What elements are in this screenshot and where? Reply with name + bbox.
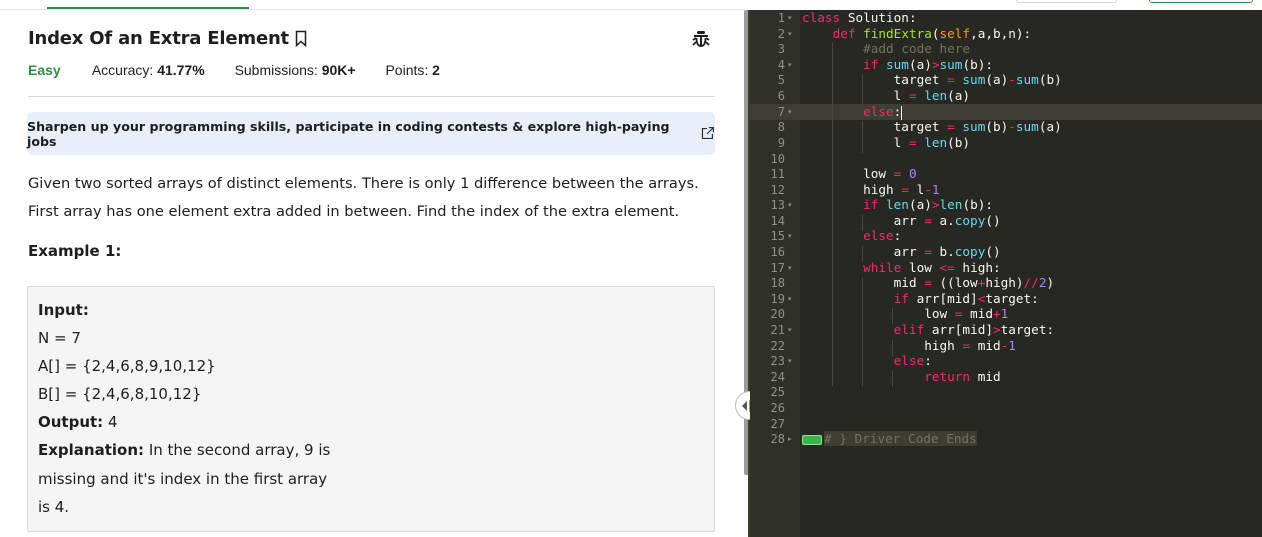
line-number: 2: [777, 27, 785, 41]
example-output: Output: 4: [38, 413, 118, 431]
fold-arrow-icon[interactable]: ▾: [788, 228, 792, 244]
line-number: 12: [770, 183, 785, 197]
line-number: 23: [770, 354, 785, 368]
code-line: mid = ((low+high)//2): [802, 275, 1055, 290]
fold-arrow-icon[interactable]: ▾: [788, 26, 792, 42]
example-explanation-cont: missing and it's index in the first arra…: [38, 470, 328, 488]
line-number: 18: [770, 276, 785, 290]
promo-banner[interactable]: Sharpen up your programming skills, part…: [27, 112, 715, 155]
line-number: 10: [770, 152, 785, 166]
line-number: 19: [770, 292, 785, 306]
language-select[interactable]: [1016, 0, 1117, 3]
line-number: 3: [777, 42, 785, 56]
line-number: 21: [770, 323, 785, 337]
line-number: 26: [770, 401, 785, 415]
section-divider: [28, 96, 715, 97]
problem-meta: Easy Accuracy: 41.77% Submissions: 90K+ …: [28, 62, 466, 80]
example-heading: Example 1:: [28, 242, 122, 260]
code-line: arr = a.copy(): [802, 213, 1001, 228]
line-number: 14: [770, 214, 785, 228]
example-array-b: B[] = {2,4,6,8,10,12}: [38, 385, 202, 403]
problem-title: Index Of an Extra Element: [28, 28, 289, 49]
code-line: high = mid-1: [802, 338, 1016, 353]
code-line: class Solution:: [802, 10, 917, 25]
line-number: 5: [777, 73, 785, 87]
code-line: l = len(a): [802, 88, 971, 103]
example-input-label: Input:: [38, 301, 89, 319]
code-line: else:: [863, 104, 903, 120]
code-line: else:: [863, 228, 902, 243]
line-number: 24: [770, 370, 785, 384]
code-line: low = mid+1: [802, 306, 1009, 321]
problem-panel: Index Of an Extra Element Easy Accuracy:…: [0, 10, 744, 537]
line-number: 11: [770, 167, 785, 181]
bookmark-icon[interactable]: [295, 30, 307, 47]
top-bar: [0, 0, 1262, 10]
line-number: 4: [777, 58, 785, 72]
code-line: elif arr[mid]>target:: [893, 322, 1055, 337]
banner-text: Sharpen up your programming skills, part…: [27, 118, 670, 149]
code-line: else:: [893, 353, 932, 368]
code-line: if sum(a)>sum(b):: [863, 57, 993, 72]
problem-statement: Given two sorted arrays of distinct elem…: [28, 170, 718, 226]
code-editor[interactable]: 1 2 3 4 5 6 7 8 9 10 11 12 13 14 15 16 17 18 19 20 21 22 23 24 2…: [750, 10, 1262, 537]
fold-arrow-icon[interactable]: ▾: [788, 353, 792, 369]
code-line: l = len(b): [802, 135, 971, 150]
code-line: #add code here: [863, 41, 971, 56]
fold-widget-icon[interactable]: [802, 434, 822, 445]
line-number: 16: [770, 245, 785, 259]
folded-region: # } Driver Code Ends: [824, 431, 977, 446]
report-bug-icon[interactable]: [692, 30, 710, 48]
submissions-stat: Submissions: 90K+: [234, 62, 356, 78]
title-row: Index Of an Extra Element: [28, 28, 716, 54]
line-number: 22: [770, 339, 785, 353]
fold-arrow-icon[interactable]: ▾: [788, 10, 792, 26]
example-n: N = 7: [38, 329, 81, 347]
line-number: 7: [777, 105, 785, 119]
line-number: 6: [777, 89, 785, 103]
fold-arrow-icon[interactable]: ▾: [788, 260, 792, 276]
code-line-folded[interactable]: # } Driver Code Ends: [802, 431, 977, 447]
fold-arrow-icon[interactable]: ▾: [788, 57, 792, 73]
accuracy-stat: Accuracy: 41.77%: [91, 62, 205, 78]
code-line: if len(a)>len(b):: [863, 197, 993, 212]
code-line: target = sum(b)-sum(a): [802, 119, 1062, 134]
code-line: high = l-1: [802, 182, 940, 197]
top-action-button[interactable]: [1149, 0, 1253, 3]
code-line: def findExtra(self,a,b,n):: [832, 26, 1032, 41]
line-number: 28: [770, 432, 785, 446]
code-line: if arr[mid]<target:: [893, 291, 1039, 306]
code-line: target = sum(a)-sum(b): [802, 72, 1062, 87]
fold-arrow-icon[interactable]: ▾: [788, 291, 792, 307]
statement-line: First array has one element extra added …: [28, 203, 680, 220]
code-line: return mid: [924, 369, 1001, 384]
line-number: 8: [777, 120, 785, 134]
text-cursor: [901, 105, 903, 120]
fold-arrow-icon[interactable]: ▾: [788, 197, 792, 213]
fold-arrow-icon[interactable]: ▸: [788, 431, 792, 447]
line-number: 9: [777, 136, 785, 150]
example-box: Input: N = 7 A[] = {2,4,6,8,9,10,12} B[]…: [27, 286, 715, 532]
line-number: 17: [770, 261, 785, 275]
statement-line: Given two sorted arrays of distinct elem…: [28, 175, 699, 192]
line-number: 27: [770, 417, 785, 431]
example-array-a: A[] = {2,4,6,8,9,10,12}: [38, 357, 216, 375]
line-number: 13: [770, 198, 785, 212]
line-number: 20: [770, 307, 785, 321]
code-line: while low <= high:: [863, 260, 1001, 275]
line-number: 25: [770, 385, 785, 399]
fold-arrow-icon[interactable]: ▾: [788, 104, 792, 120]
line-number: 1: [777, 11, 785, 25]
example-explanation: Explanation: In the second array, 9 is: [38, 441, 331, 459]
example-explanation-cont: is 4.: [38, 498, 70, 516]
difficulty-badge: Easy: [28, 62, 61, 78]
external-link-icon: [702, 126, 715, 140]
code-line: low = 0: [802, 166, 917, 181]
line-number: 15: [770, 229, 785, 243]
fold-arrow-icon[interactable]: ▾: [788, 322, 792, 338]
code-line: arr = b.copy(): [802, 244, 1001, 259]
points-stat: Points: 2: [385, 62, 440, 78]
